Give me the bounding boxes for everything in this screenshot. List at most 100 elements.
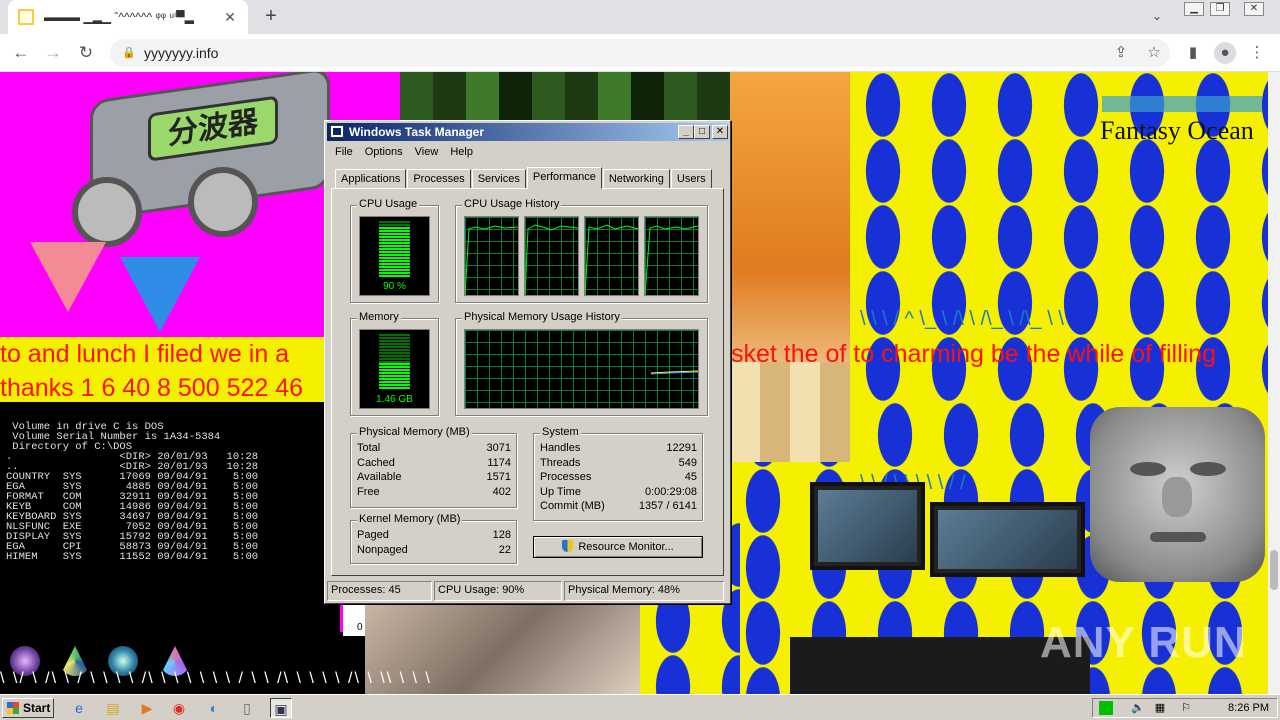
system-group: System Handles 12291 Threads 549 Processes… bbox=[533, 426, 703, 521]
tab-networking[interactable]: Networking bbox=[602, 169, 670, 189]
monitor-right bbox=[930, 502, 1085, 577]
pm-row-free: Free 402 bbox=[357, 485, 511, 500]
bottom-slash-text: \ \/ \ /\ \ / \ \ \ \ /\ \ \ \ \ \ \ / \… bbox=[0, 670, 432, 687]
lock-icon[interactable]: 🔒 bbox=[122, 39, 136, 67]
task-manager-window[interactable]: Windows Task Manager _ □ ✕ File Options … bbox=[324, 120, 731, 604]
kernel-memory-group: Kernel Memory (MB) Paged 128 Nonpaged 22 bbox=[350, 513, 517, 564]
new-tab-button[interactable]: + bbox=[260, 5, 282, 27]
green-status-icon[interactable] bbox=[1099, 701, 1113, 715]
menu-view[interactable]: View bbox=[409, 143, 445, 161]
scrollbar-thumb[interactable] bbox=[1270, 550, 1278, 590]
restore-window-button[interactable]: ❐ bbox=[1210, 2, 1230, 16]
white-block: 0 bbox=[343, 602, 365, 636]
menu-file[interactable]: File bbox=[329, 143, 359, 161]
fantasy-banner-bar bbox=[1102, 96, 1262, 112]
blue-arrow-icon bbox=[120, 257, 200, 332]
sidebar-icon[interactable]: ▮ bbox=[1182, 42, 1204, 64]
cpu-history-group: CPU Usage History bbox=[455, 198, 708, 303]
cpu-line-2 bbox=[524, 224, 579, 296]
tab-processes[interactable]: Processes bbox=[407, 169, 471, 189]
flag-icon[interactable]: ⚐ bbox=[1179, 701, 1193, 715]
system-label: System bbox=[540, 426, 581, 438]
pm-free-label: Free bbox=[357, 485, 380, 498]
sys-row-uptime: Up Time 0:00:29:08 bbox=[540, 485, 697, 500]
sys-commit-label: Commit (MB) bbox=[540, 500, 605, 512]
volume-icon[interactable]: 🔈 bbox=[1131, 701, 1145, 715]
browser-tab-strip: ▬▬▬ ▁▂▁ ˆ^^^^^^ ᵠᵠ ᵘⁱ▀▂ ✕ + ⌄ ▁ ❐ ✕ bbox=[0, 0, 1280, 34]
star-icon[interactable]: ☆ bbox=[1143, 42, 1165, 64]
task-manager-taskbar-button[interactable]: ▣ bbox=[270, 698, 292, 718]
tm-minimize-button[interactable]: _ bbox=[678, 125, 694, 139]
app-icon[interactable]: ▯ bbox=[236, 698, 258, 718]
ie-icon[interactable]: e bbox=[68, 698, 90, 718]
tab-performance[interactable]: Performance bbox=[526, 167, 602, 189]
reload-icon[interactable]: ↻ bbox=[75, 42, 97, 64]
network-icon[interactable]: ▦ bbox=[1153, 701, 1167, 715]
km-row-paged: Paged 128 bbox=[357, 528, 511, 543]
menu-options[interactable]: Options bbox=[359, 143, 409, 161]
status-processes: Processes: 45 bbox=[327, 581, 432, 601]
clock[interactable]: 8:26 PM bbox=[1228, 699, 1269, 717]
tm-menubar: File Options View Help bbox=[329, 143, 479, 161]
pm-row-cached: Cached 1174 bbox=[357, 456, 511, 471]
share-icon[interactable]: ⇪ bbox=[1110, 42, 1132, 64]
task-manager-titlebar[interactable]: Windows Task Manager _ □ ✕ bbox=[327, 123, 728, 141]
chrome-icon[interactable]: ◉ bbox=[168, 698, 190, 718]
page-scrollbar[interactable] bbox=[1268, 72, 1280, 694]
status-cpu: CPU Usage: 90% bbox=[434, 581, 562, 601]
tm-close-button[interactable]: ✕ bbox=[712, 125, 728, 139]
sys-row-commit: Commit (MB) 1357 / 6141 bbox=[540, 499, 697, 514]
cpu-history-graph-3 bbox=[584, 216, 639, 296]
cpu-usage-value: 90 % bbox=[383, 281, 406, 292]
cpu-usage-group: CPU Usage 90 % bbox=[350, 198, 439, 303]
tab-search-chevron-icon[interactable]: ⌄ bbox=[1152, 9, 1162, 23]
windows-flag-icon bbox=[7, 702, 19, 714]
km-nonpaged-label: Nonpaged bbox=[357, 543, 408, 556]
slash-text-1: \ \ \ / ^ \_ \ /\ \ /\_ \ /\_ \ \ bbox=[860, 308, 1064, 330]
tm-maximize-button[interactable]: □ bbox=[694, 125, 710, 139]
dos-lines: Volume in drive C is DOS Volume Serial N… bbox=[6, 422, 340, 563]
sys-threads-label: Threads bbox=[540, 456, 581, 469]
menu-help[interactable]: Help bbox=[444, 143, 479, 161]
cpu-history-label: CPU Usage History bbox=[462, 198, 562, 210]
system-table: Handles 12291 Threads 549 Processes 45 Up T… bbox=[540, 441, 697, 514]
face-mouth bbox=[1150, 532, 1206, 542]
back-icon[interactable]: ← bbox=[10, 42, 32, 64]
browser-tab[interactable]: ▬▬▬ ▁▂▁ ˆ^^^^^^ ᵠᵠ ᵘⁱ▀▂ ✕ bbox=[8, 0, 248, 34]
address-bar[interactable]: 🔒 yyyyyyy.info bbox=[110, 39, 1170, 67]
tab-applications[interactable]: Applications bbox=[335, 169, 407, 189]
start-button[interactable]: Start bbox=[2, 698, 54, 718]
system-tray: 🔈 ▦ ⚐ 8:26 PM bbox=[1092, 698, 1278, 718]
tm-tab-strip: Applications Processes Services Performa… bbox=[335, 167, 713, 189]
physical-memory-table: Total 3071 Cached 1174 Available 1571 Free 4… bbox=[357, 441, 511, 499]
task-manager-title: Windows Task Manager bbox=[349, 125, 485, 139]
media-player-icon[interactable]: ▶ bbox=[136, 698, 158, 718]
menu-icon[interactable]: ⋮ bbox=[1246, 42, 1268, 64]
forward-icon[interactable]: → bbox=[42, 42, 64, 64]
tab-users[interactable]: Users bbox=[670, 169, 712, 189]
sys-commit-value: 1357 / 6141 bbox=[638, 500, 697, 512]
profile-icon[interactable]: ● bbox=[1214, 42, 1236, 64]
dos-file-row: HIMEM SYS 11552 09/04/91 5:00 bbox=[6, 551, 259, 563]
close-tab-icon[interactable]: ✕ bbox=[222, 9, 238, 26]
cpu-usage-label: CPU Usage bbox=[357, 198, 420, 210]
pixelated-tile bbox=[730, 362, 850, 462]
sys-uptime-value: 0:00:29:08 bbox=[645, 485, 697, 498]
resource-monitor-label: Resource Monitor... bbox=[578, 541, 674, 553]
close-window-button[interactable]: ✕ bbox=[1244, 2, 1264, 16]
pm-total-label: Total bbox=[357, 442, 381, 454]
cpu-history-graph-2 bbox=[524, 216, 579, 296]
cpu-usage-meter: 90 % bbox=[359, 216, 430, 296]
face-nose bbox=[1162, 477, 1192, 517]
edge-icon[interactable]: ◐ bbox=[203, 698, 225, 718]
tab-services[interactable]: Services bbox=[471, 169, 526, 189]
km-row-nonpaged: Nonpaged 22 bbox=[357, 543, 511, 558]
explorer-folder-icon[interactable]: ▤ bbox=[102, 698, 124, 718]
browser-toolbar: ← → ↻ 🔒 yyyyyyy.info ⇪ ☆ ▮ ● ⋮ bbox=[0, 34, 1280, 72]
connector-right bbox=[188, 167, 258, 237]
cpu-line-3 bbox=[584, 224, 639, 296]
pm-available-value: 1571 bbox=[486, 471, 511, 483]
minimize-window-button[interactable]: ▁ bbox=[1184, 2, 1204, 16]
performance-panel: CPU Usage 90 % CPU Usage History Memory bbox=[331, 188, 724, 576]
resource-monitor-button[interactable]: Resource Monitor... bbox=[533, 536, 703, 558]
